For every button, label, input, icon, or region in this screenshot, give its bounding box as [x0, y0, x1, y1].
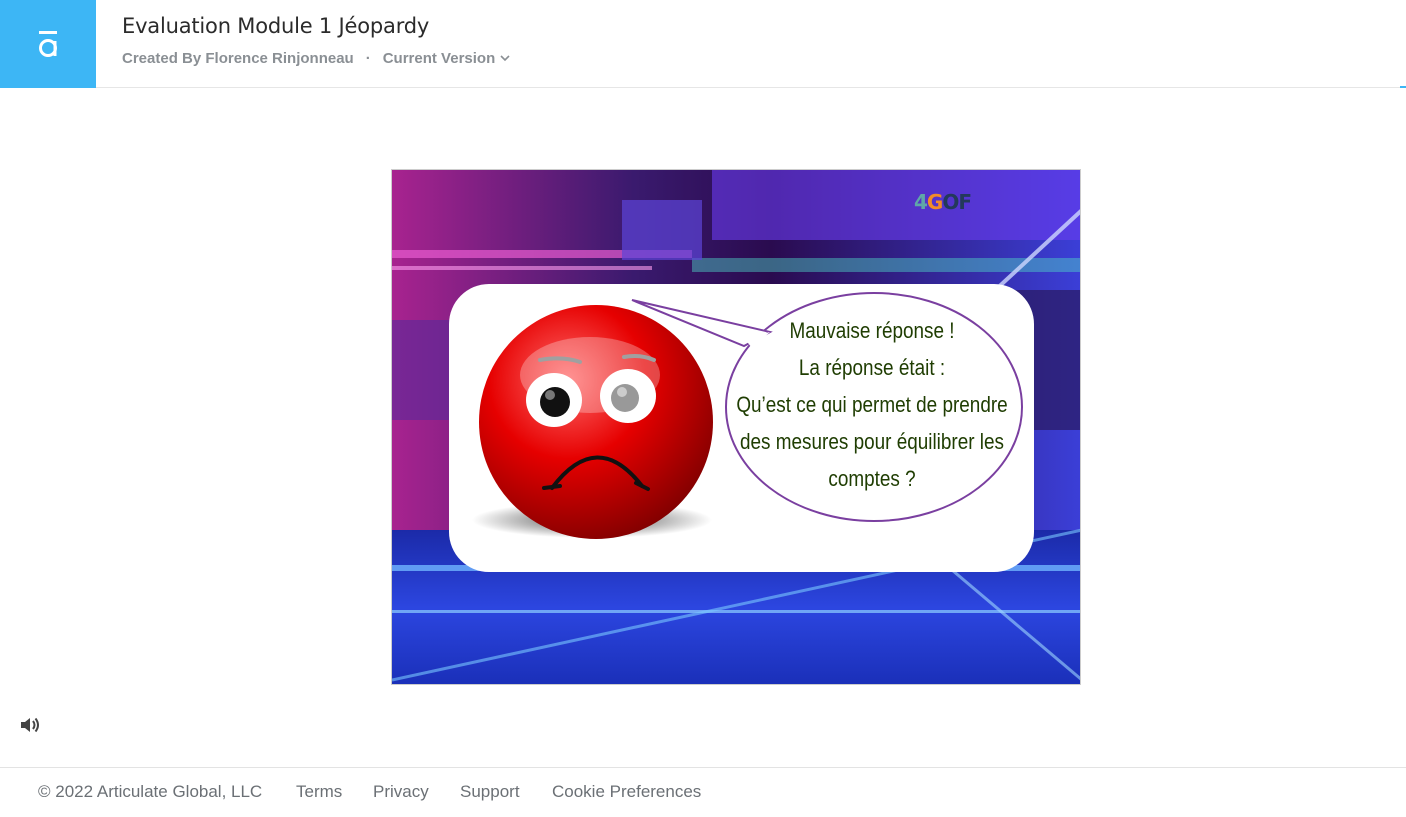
feedback-line: Qu’est ce qui permet de prendre: [736, 392, 1008, 417]
brand-part-2: G: [926, 190, 943, 214]
footer: © 2022 Articulate Global, LLC Terms Priv…: [0, 767, 1406, 817]
slide-brand-logo: 4GOF: [914, 190, 972, 214]
course-meta: Created By Florence Rinjonneau · Current…: [122, 50, 510, 67]
page-title: Evaluation Module 1 Jéopardy: [122, 14, 430, 38]
feedback-line: des mesures pour équilibrer les: [740, 429, 1004, 454]
version-dropdown[interactable]: Current Version: [383, 50, 511, 67]
footer-link-support[interactable]: Support: [460, 782, 520, 802]
feedback-line: Mauvaise réponse !: [789, 318, 955, 343]
chevron-down-icon: [500, 55, 510, 62]
created-by-label: Created By Florence Rinjonneau: [122, 50, 354, 67]
footer-link-privacy[interactable]: Privacy: [373, 782, 429, 802]
brand-part-1: 4: [914, 190, 928, 214]
slide-player[interactable]: 4GOF Mauvaise réponse ! La réponse était…: [391, 169, 1081, 685]
footer-link-cookie-preferences[interactable]: Cookie Preferences: [552, 782, 701, 802]
version-label: Current Version: [382, 50, 496, 67]
speaker-icon: [21, 717, 39, 733]
feedback-line: comptes ?: [828, 466, 916, 491]
feedback-line: La réponse était :: [798, 355, 946, 380]
feedback-message: Mauvaise réponse ! La réponse était : Qu…: [734, 312, 1009, 497]
audio-toggle-button[interactable]: [20, 715, 44, 737]
header: Evaluation Module 1 Jéopardy Created By …: [0, 0, 1406, 88]
meta-separator: ·: [365, 50, 371, 67]
copyright-text: © 2022 Articulate Global, LLC: [38, 782, 263, 801]
footer-link-terms[interactable]: Terms: [296, 782, 342, 802]
brand-part-3: OF: [942, 190, 972, 214]
articulate-logo-icon[interactable]: [0, 0, 96, 88]
header-accent: [1400, 86, 1406, 88]
